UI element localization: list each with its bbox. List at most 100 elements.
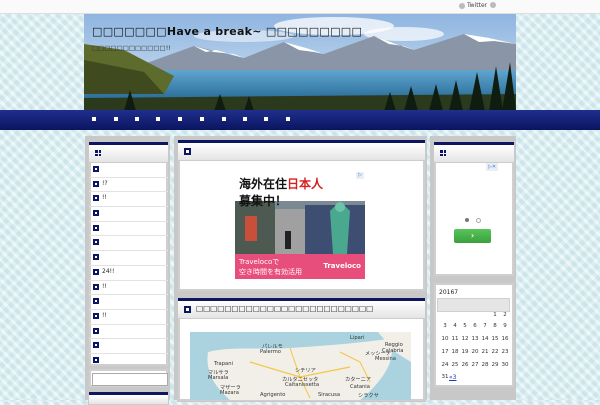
ad-headline-1: 海外在住日本人 — [239, 177, 324, 191]
sidebar-item-label: !? — [102, 179, 108, 187]
nav-bullet-icon — [200, 117, 204, 121]
calendar-day: 22 — [491, 349, 499, 355]
post-marker-icon — [184, 148, 191, 155]
calendar-day: 25 — [451, 362, 459, 368]
right-ad-header — [434, 142, 514, 163]
site-title[interactable]: □□□□□□□Have a break~ □□□□□□□□□ — [92, 25, 362, 38]
calendar-day: 17 — [441, 349, 449, 355]
sidebar-list-item[interactable] — [89, 207, 168, 222]
carousel-dot[interactable] — [476, 218, 481, 223]
sidebar-list-item[interactable]: 24!! — [89, 266, 168, 281]
calendar-prev-link[interactable]: «3 — [449, 374, 457, 381]
bullet-icon — [93, 195, 99, 202]
map-label: シラクサ — [358, 393, 379, 399]
map-label: カルタニセッタ — [282, 377, 319, 383]
map-label: カターニア — [345, 377, 371, 383]
sidebar-list-item[interactable] — [89, 236, 168, 252]
next-button[interactable]: › — [454, 229, 491, 243]
nav-item-5[interactable] — [176, 115, 184, 123]
nav-item-9[interactable] — [262, 115, 270, 123]
calendar-day: 19 — [461, 349, 469, 355]
nav-item-8[interactable] — [241, 115, 249, 123]
sidebar-list-item[interactable]: !? — [89, 178, 168, 193]
calendar-day: 4 — [453, 323, 457, 329]
nav-item-2[interactable] — [112, 115, 120, 123]
map-label: Messina — [375, 356, 396, 362]
calendar-day: 27 — [471, 362, 479, 368]
sidebar-list-item[interactable] — [89, 325, 168, 340]
sidebar-list-item[interactable] — [89, 354, 168, 369]
site-header: □□□□□□□Have a break~ □□□□□□□□□ □□□□□□□□□… — [84, 14, 516, 111]
nav-bullet-icon — [222, 117, 226, 121]
calendar-day: 6 — [473, 323, 477, 329]
calendar-day: 9 — [503, 323, 507, 329]
sidebar-list-item[interactable] — [89, 251, 168, 266]
nav-item-6[interactable] — [198, 115, 206, 123]
nav-bullet-icon — [243, 117, 247, 121]
right-ad-panel — [433, 141, 515, 277]
map-label: Agrigento — [260, 392, 286, 398]
map-label: Calabria — [382, 348, 404, 354]
left-sidebar-panel-2 — [88, 391, 169, 405]
bullet-icon — [93, 224, 99, 231]
sidebar-list-item[interactable] — [89, 222, 168, 237]
right-ad-close-icon[interactable]: ▷✕ — [486, 163, 498, 171]
calendar-day: 21 — [481, 349, 489, 355]
ad-banner-footer: Travelocoで 空き時間を有効活用 Traveloco — [235, 254, 365, 279]
calendar-day: 14 — [481, 336, 489, 342]
sidebar-item-label: !! — [102, 282, 107, 290]
nav-item-4[interactable] — [154, 115, 162, 123]
nav-item-1[interactable] — [90, 115, 98, 123]
nav-bullet-icon — [92, 117, 96, 121]
calendar-day: 5 — [463, 323, 467, 329]
post-title[interactable]: □□□□□□□□□□□□□□□□□□□□□□□□□ — [196, 304, 373, 313]
nav-item-3[interactable] — [133, 115, 141, 123]
left-sidebar-panel: !?!! 24!!!!!! — [88, 141, 169, 369]
search-input[interactable] — [92, 373, 168, 386]
nav-item-7[interactable] — [220, 115, 228, 123]
bullet-icon — [93, 239, 99, 246]
sidebar-list-item[interactable]: !! — [89, 192, 168, 208]
twitter-link[interactable]: Twitter — [459, 2, 487, 9]
map-label: Palermo — [260, 349, 281, 355]
next-icon-link[interactable] — [490, 2, 498, 8]
bullet-icon — [93, 210, 99, 217]
nav-bullet-icon — [286, 117, 290, 121]
map-embed[interactable]: パレルモ Palermo Trapani マルサラ Marsala シチリア C… — [190, 332, 411, 400]
calendar-day: 30 — [501, 362, 509, 368]
sidebar-list-item[interactable] — [89, 295, 168, 310]
ad-close-icon[interactable]: ▷ — [356, 172, 364, 179]
sidebar-item-label: !! — [102, 194, 107, 202]
sidebar-item-label: 24!! — [102, 267, 115, 275]
nav-bullet-icon — [135, 117, 139, 121]
sidebar-item-label: !! — [102, 311, 107, 319]
traveloco-logo: Traveloco — [323, 262, 361, 270]
nav-bullet-icon — [114, 117, 118, 121]
post-marker-icon — [184, 306, 191, 313]
calendar-day: 20 — [471, 349, 479, 355]
travelloco-ad[interactable]: 海外在住日本人 募集中！ Travelocoで 空き時間を有効活用 Travel… — [235, 171, 365, 279]
calendar-day: 12 — [461, 336, 469, 342]
map-label: Trapani — [214, 361, 233, 367]
calendar-day: 13 — [471, 336, 479, 342]
bullet-icon — [93, 298, 99, 305]
calendar-day: 16 — [501, 336, 509, 342]
grid-icon — [95, 150, 101, 156]
sidebar-list-item[interactable] — [89, 163, 168, 178]
sidebar-list-item[interactable] — [89, 339, 168, 354]
sidebar-list-item[interactable]: !! — [89, 310, 168, 325]
map-label: Mazara — [220, 390, 239, 396]
ad-headline-2: 募集中！ — [239, 194, 288, 208]
sidebar-list-item[interactable]: !! — [89, 281, 168, 296]
post-header: □□□□□□□□□□□□□□□□□□□□□□□□□ — [178, 298, 425, 319]
nav-item-10[interactable] — [284, 115, 292, 123]
map-label: Catania — [350, 384, 370, 390]
calendar-day: 3 — [443, 323, 447, 329]
bullet-icon — [93, 166, 99, 172]
calendar-day: 7 — [483, 323, 487, 329]
calendar-day: 11 — [451, 336, 459, 342]
calendar-day: 2 — [503, 312, 507, 318]
carousel-dot-active[interactable] — [465, 218, 469, 222]
calendar-day: 8 — [493, 323, 497, 329]
left-sidebar-header-2 — [89, 392, 168, 405]
